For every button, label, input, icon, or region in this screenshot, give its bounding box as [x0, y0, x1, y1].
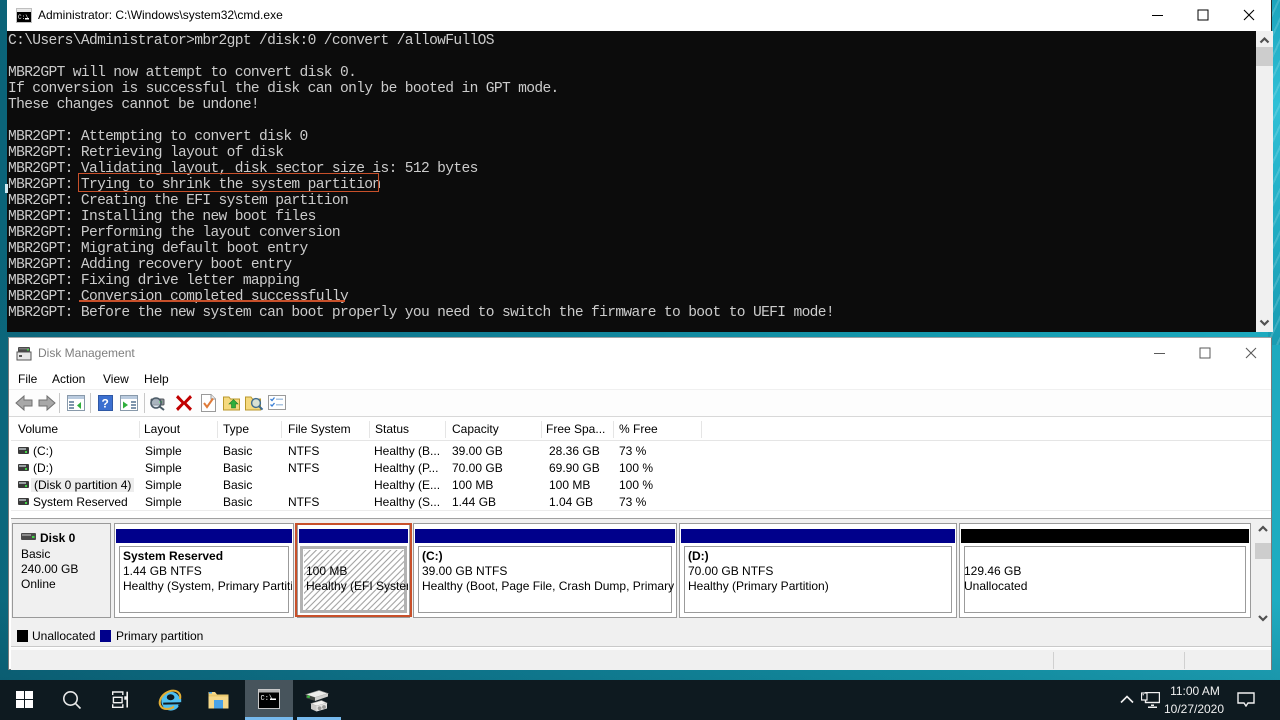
svg-text:?: ?	[102, 397, 109, 411]
svg-text:C:\: C:\	[18, 14, 29, 21]
